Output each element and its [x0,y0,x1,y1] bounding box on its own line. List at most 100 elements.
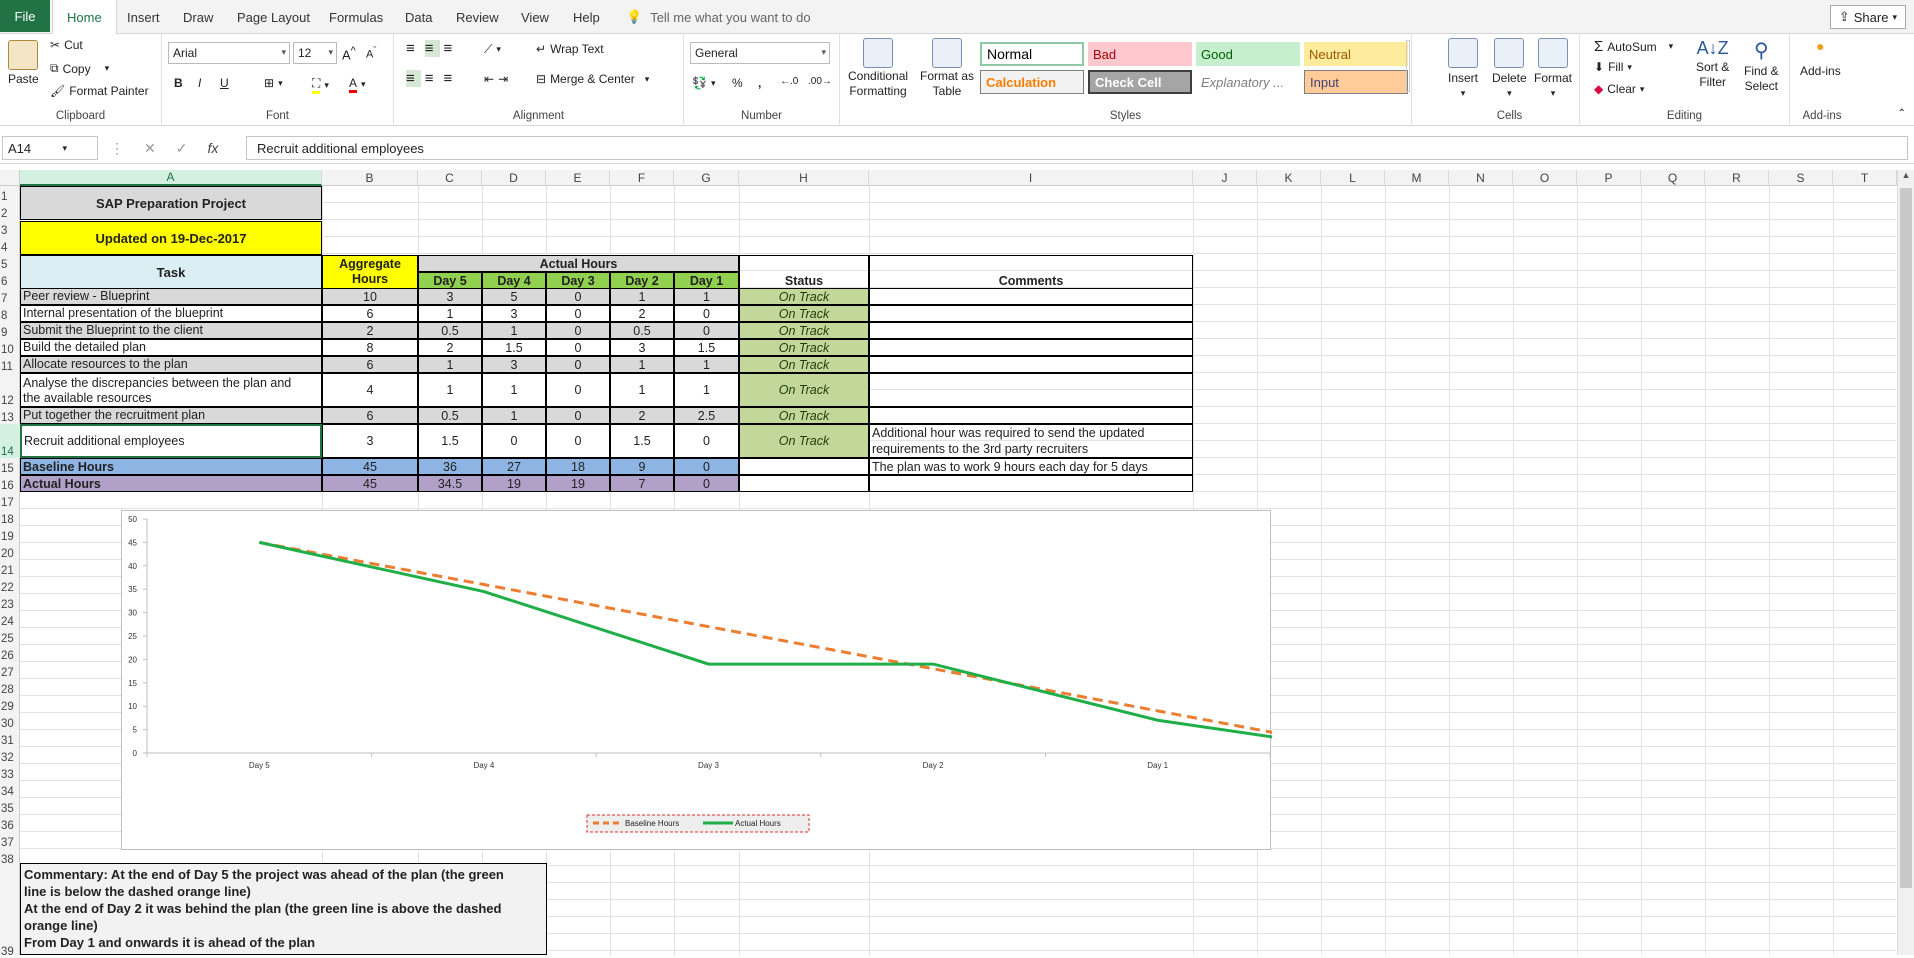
comments-header-cell[interactable]: Comments [869,255,1193,289]
project-title-cell[interactable]: SAP Preparation Project [20,186,322,220]
day-hours-cell[interactable]: 0 [546,373,610,407]
aggregate-hours-cell[interactable]: 2 [322,322,418,339]
status-cell[interactable]: On Track [739,407,869,424]
day-hours-cell[interactable]: 1 [418,373,482,407]
font-color-button[interactable]: A ▾ [349,76,366,93]
style-normal[interactable]: Normal [980,42,1084,66]
row-header[interactable]: 12 [0,373,20,407]
column-header[interactable]: J [1193,170,1257,186]
column-header[interactable]: Q [1641,170,1705,186]
day-hours-cell[interactable]: 0 [674,322,739,339]
tab-home[interactable]: Home [52,0,117,35]
find-select-button[interactable]: ⚲ Find & Select [1744,38,1779,93]
actual-day-cell[interactable]: 0 [674,475,739,492]
comment-cell[interactable] [869,305,1193,322]
row-header[interactable]: 34 [0,781,20,798]
tab-view[interactable]: View [521,0,549,34]
baseline-day-cell[interactable]: 9 [610,458,674,475]
column-header[interactable]: I [869,170,1193,186]
row-header[interactable]: 21 [0,560,20,577]
row-header[interactable]: 20 [0,543,20,560]
italic-button[interactable]: I [198,76,201,90]
status-cell[interactable]: On Track [739,339,869,356]
column-header[interactable]: A [20,170,322,186]
day-hours-cell[interactable]: 1.5 [674,339,739,356]
status-cell[interactable]: On Track [739,322,869,339]
style-calculation[interactable]: Calculation [980,70,1084,94]
baseline-day-cell[interactable]: 0 [674,458,739,475]
column-header[interactable]: D [482,170,546,186]
comment-cell[interactable] [869,356,1193,373]
comment-cell[interactable] [869,373,1193,407]
row-header[interactable]: 28 [0,679,20,696]
row-header[interactable]: 14 [0,424,20,458]
underline-button[interactable]: U [220,76,229,90]
style-good[interactable]: Good [1196,42,1300,66]
day-hours-cell[interactable]: 2 [418,339,482,356]
actual-day-cell[interactable]: 19 [482,475,546,492]
format-painter-button[interactable]: 🖌 Format Painter [50,84,149,98]
name-box[interactable]: A14 ▾ [2,136,98,160]
row-header[interactable]: 7 [0,288,20,305]
row-header[interactable]: 10 [0,339,20,356]
column-header[interactable]: L [1321,170,1385,186]
style-input[interactable]: Input [1304,70,1408,94]
tab-page-layout[interactable]: Page Layout [237,0,310,34]
column-header[interactable]: C [418,170,482,186]
insert-function-icon[interactable]: fx [207,140,218,156]
task-header-cell[interactable]: Task [20,255,322,289]
scroll-up-icon[interactable]: ▲ [1898,170,1914,184]
day-header-cell[interactable]: Day 4 [482,272,546,289]
day-hours-cell[interactable]: 3 [482,356,546,373]
tab-draw[interactable]: Draw [183,0,213,34]
cancel-icon[interactable]: ✕ [144,140,156,157]
column-header[interactable]: B [322,170,418,186]
style-neutral[interactable]: Neutral [1304,42,1408,66]
scrollbar-thumb[interactable] [1900,188,1912,888]
day-hours-cell[interactable]: 1 [482,373,546,407]
day-hours-cell[interactable]: 0 [546,322,610,339]
row-header[interactable]: 22 [0,577,20,594]
baseline-label-cell[interactable]: Baseline Hours [20,458,322,475]
number-format-select[interactable]: General ▾ [690,42,830,64]
formula-input[interactable]: Recruit additional employees [246,136,1908,160]
row-header[interactable]: 38 [0,849,20,866]
actual-status-cell[interactable] [739,475,869,492]
tab-file[interactable]: File [0,0,50,32]
status-cell[interactable]: On Track [739,288,869,305]
row-header[interactable]: 39 [0,866,20,958]
column-header[interactable]: K [1257,170,1321,186]
status-cell[interactable]: On Track [739,356,869,373]
day-hours-cell[interactable]: 0 [674,424,739,458]
horizontal-align-buttons[interactable]: ≡ ≡ ≡ [406,70,458,87]
task-name-cell[interactable]: Analyse the discrepancies between the pl… [20,373,322,407]
vertical-scrollbar[interactable]: ▲ [1897,170,1914,955]
day-hours-cell[interactable]: 1.5 [418,424,482,458]
style-check-cell[interactable]: Check Cell [1088,70,1192,94]
day-hours-cell[interactable]: 1 [482,407,546,424]
status-cell[interactable]: On Track [739,424,869,458]
aggregate-header-cell[interactable]: Aggregate Hours [322,255,418,289]
comment-cell[interactable]: Additional hour was required to send the… [869,424,1193,458]
column-header[interactable]: T [1833,170,1897,186]
day-hours-cell[interactable]: 5 [482,288,546,305]
row-header[interactable]: 4 [0,237,20,254]
day-hours-cell[interactable]: 1 [674,373,739,407]
actual-label-cell[interactable]: Actual Hours [20,475,322,492]
row-header[interactable]: 33 [0,764,20,781]
day-hours-cell[interactable]: 0 [546,407,610,424]
format-as-table-button[interactable]: Format as Table [920,38,974,98]
baseline-day-cell[interactable]: 36 [418,458,482,475]
enter-icon[interactable]: ✓ [176,140,188,157]
autosum-button[interactable]: Σ AutoSum ▾ [1594,38,1673,55]
row-header[interactable]: 23 [0,594,20,611]
day-hours-cell[interactable]: 0 [482,424,546,458]
select-all-corner[interactable] [0,170,20,186]
tab-formulas[interactable]: Formulas [329,0,383,34]
sort-filter-button[interactable]: A↓Z Sort & Filter [1696,38,1729,89]
style-explanatory[interactable]: Explanatory ... [1196,70,1300,94]
day-hours-cell[interactable]: 1 [418,305,482,322]
row-header[interactable]: 35 [0,798,20,815]
column-header[interactable]: P [1577,170,1641,186]
day-hours-cell[interactable]: 0 [546,339,610,356]
